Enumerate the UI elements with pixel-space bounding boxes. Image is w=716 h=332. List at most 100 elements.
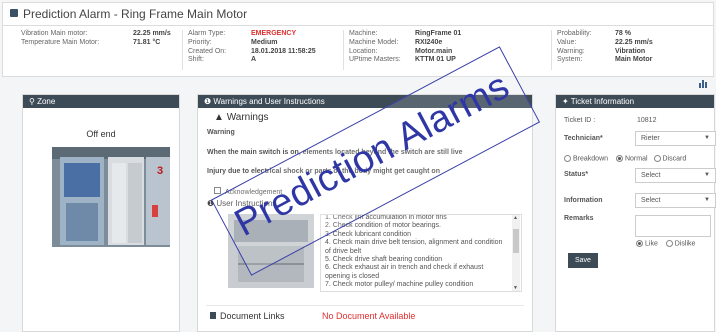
info-row: Warning: Vibration <box>557 48 653 57</box>
info-label: Location: <box>349 47 378 55</box>
info-value: RingFrame 01 <box>415 30 462 37</box>
ticket-id-value: 10812 <box>637 117 657 124</box>
warning-label: Warning <box>207 129 235 136</box>
remarks-label: Remarks <box>564 215 594 222</box>
ticket-type-radios: Breakdown Normal Discard <box>564 155 686 162</box>
information-label: Information <box>564 197 603 204</box>
info-label: Warning: <box>557 47 585 55</box>
chevron-down-icon: ▼ <box>704 197 710 203</box>
info-row: Shift: A <box>188 56 316 65</box>
warnings-subheader: ▲ Warnings <box>214 112 269 123</box>
normal-radio[interactable] <box>615 155 623 162</box>
status-value: Select <box>641 172 661 179</box>
instruction-item: 4. Check main drive belt tension, alignm… <box>325 239 503 255</box>
document-icon <box>210 312 216 319</box>
info-value: Medium <box>251 38 278 46</box>
info-row: Vibration Main motor: 22.25 mm/s <box>21 30 171 39</box>
location-pin-icon: ⚲ <box>29 97 35 106</box>
instruction-item: 7. Check motor pulley/ machine pulley co… <box>325 281 474 289</box>
document-status: No Document Available <box>322 311 416 321</box>
technician-label: Technician* <box>564 135 603 142</box>
info-value: 78 % <box>615 30 631 37</box>
technician-value: Rieter <box>641 135 660 142</box>
scrollbar-thumb[interactable] <box>513 229 519 253</box>
info-value: KTTM 01 UP <box>415 56 456 64</box>
page-header: Prediction Alarm - Ring Frame Main Motor <box>2 2 714 26</box>
info-value: 71.81 °C <box>133 38 161 46</box>
zone-panel-header: ⚲ Zone <box>23 95 179 108</box>
info-label: Alarm Type: <box>188 30 226 37</box>
instructions-text: 1. Check lint accumulation in motor fins… <box>325 215 507 290</box>
info-row: Machine Model: RXI240e <box>349 39 461 48</box>
technician-select[interactable]: Rieter ▼ <box>635 131 716 146</box>
info-col-1: Vibration Main motor: 22.25 mm/s Temperat… <box>21 30 171 48</box>
info-label: Created On: <box>188 47 227 55</box>
acknowledgement-checkbox[interactable] <box>214 187 221 194</box>
instruction-item: 6. Check exhaust air in trench and check… <box>325 264 484 280</box>
info-value: A <box>251 56 257 64</box>
like-label: Like <box>645 240 658 248</box>
info-col-2: Alarm Type: EMERGENCY Priority: Medium Cre… <box>188 30 316 65</box>
tag-icon: ✦ <box>562 97 569 106</box>
instructions-list[interactable]: 1. Check lint accumulation in motor fins… <box>320 214 522 292</box>
info-row: Priority: Medium <box>188 39 316 48</box>
scroll-down-icon[interactable]: ▼ <box>513 285 518 291</box>
info-row: Location: Motor.main <box>349 48 461 57</box>
page-title-wrap: Prediction Alarm - Ring Frame Main Motor <box>10 7 247 21</box>
ticket-panel-header: ✦ Ticket Information <box>556 95 714 108</box>
zone-title: Off end <box>86 129 116 139</box>
info-value: Vibration <box>615 47 646 55</box>
info-value: 22.25 mm/s <box>133 30 171 37</box>
info-label: Shift: <box>188 56 204 64</box>
status-label: Status* <box>564 171 589 178</box>
info-circle-icon: ❶ <box>204 97 212 106</box>
info-row: UPtime Masters: KTTM 01 UP <box>349 56 461 65</box>
breakdown-label: Breakdown <box>573 155 609 163</box>
info-row: Created On: 18.01.2018 11:58:25 <box>188 48 316 57</box>
information-value: Select <box>641 197 661 204</box>
dislike-radio[interactable] <box>665 240 673 247</box>
info-value: 22.25 mm/s <box>615 38 653 46</box>
remarks-input[interactable] <box>635 215 711 237</box>
warnings-subheader-label: Warnings <box>226 112 269 123</box>
warnings-header-label: Warnings and User Instructions <box>213 97 325 106</box>
info-value: Motor.main <box>415 47 453 55</box>
info-label: Temperature Main Motor: <box>21 38 100 46</box>
ticket-id-label: Ticket ID : <box>564 117 596 124</box>
chevron-down-icon: ▼ <box>704 172 710 178</box>
info-col-4: Probability: 78 % Value: 22.25 mm/s Warnin… <box>557 30 653 65</box>
info-row: Machine: RingFrame 01 <box>349 30 461 39</box>
divider <box>343 30 344 70</box>
info-label: Priority: <box>188 38 212 46</box>
ticket-panel: ✦ Ticket Information Ticket ID : 10812 T… <box>555 94 716 332</box>
breakdown-radio[interactable] <box>564 155 571 162</box>
chevron-down-icon: ▼ <box>704 135 710 141</box>
bar-chart-icon[interactable] <box>699 79 708 88</box>
info-label: UPtime Masters: <box>349 56 401 64</box>
save-button[interactable]: Save <box>568 253 598 268</box>
scroll-up-icon[interactable]: ▲ <box>513 215 518 221</box>
normal-label: Normal <box>624 155 648 163</box>
discard-radio[interactable] <box>653 155 661 162</box>
info-row: System: Main Motor <box>557 56 653 65</box>
machine-number: 3 <box>157 165 164 177</box>
alarm-info-strip: Vibration Main motor: 22.25 mm/s Temperat… <box>2 25 714 77</box>
instruction-item: 2. Check condition of motor bearings. <box>325 222 441 230</box>
instructions-scrollbar[interactable]: ▲ ▼ <box>512 215 520 291</box>
info-label: Machine Model: <box>349 38 399 46</box>
info-label: Vibration Main motor: <box>21 30 88 37</box>
like-radio[interactable] <box>636 240 643 247</box>
divider <box>551 30 552 70</box>
document-links-label: Document Links <box>220 311 285 321</box>
status-select[interactable]: Select ▼ <box>635 168 716 183</box>
instruction-item: 3. Check lubricant condition <box>325 230 411 238</box>
info-label: Machine: <box>349 30 378 37</box>
info-col-3: Machine: RingFrame 01 Machine Model: RXI24… <box>349 30 461 65</box>
dislike-label: Dislike <box>674 240 696 248</box>
info-row: Alarm Type: EMERGENCY <box>188 30 316 39</box>
zone-header-label: Zone <box>37 97 56 106</box>
document-links-row: Document Links <box>210 311 285 321</box>
information-select[interactable]: Select ▼ <box>635 193 716 208</box>
info-label: Probability: <box>557 30 592 37</box>
ticket-header-label: Ticket Information <box>570 97 635 106</box>
